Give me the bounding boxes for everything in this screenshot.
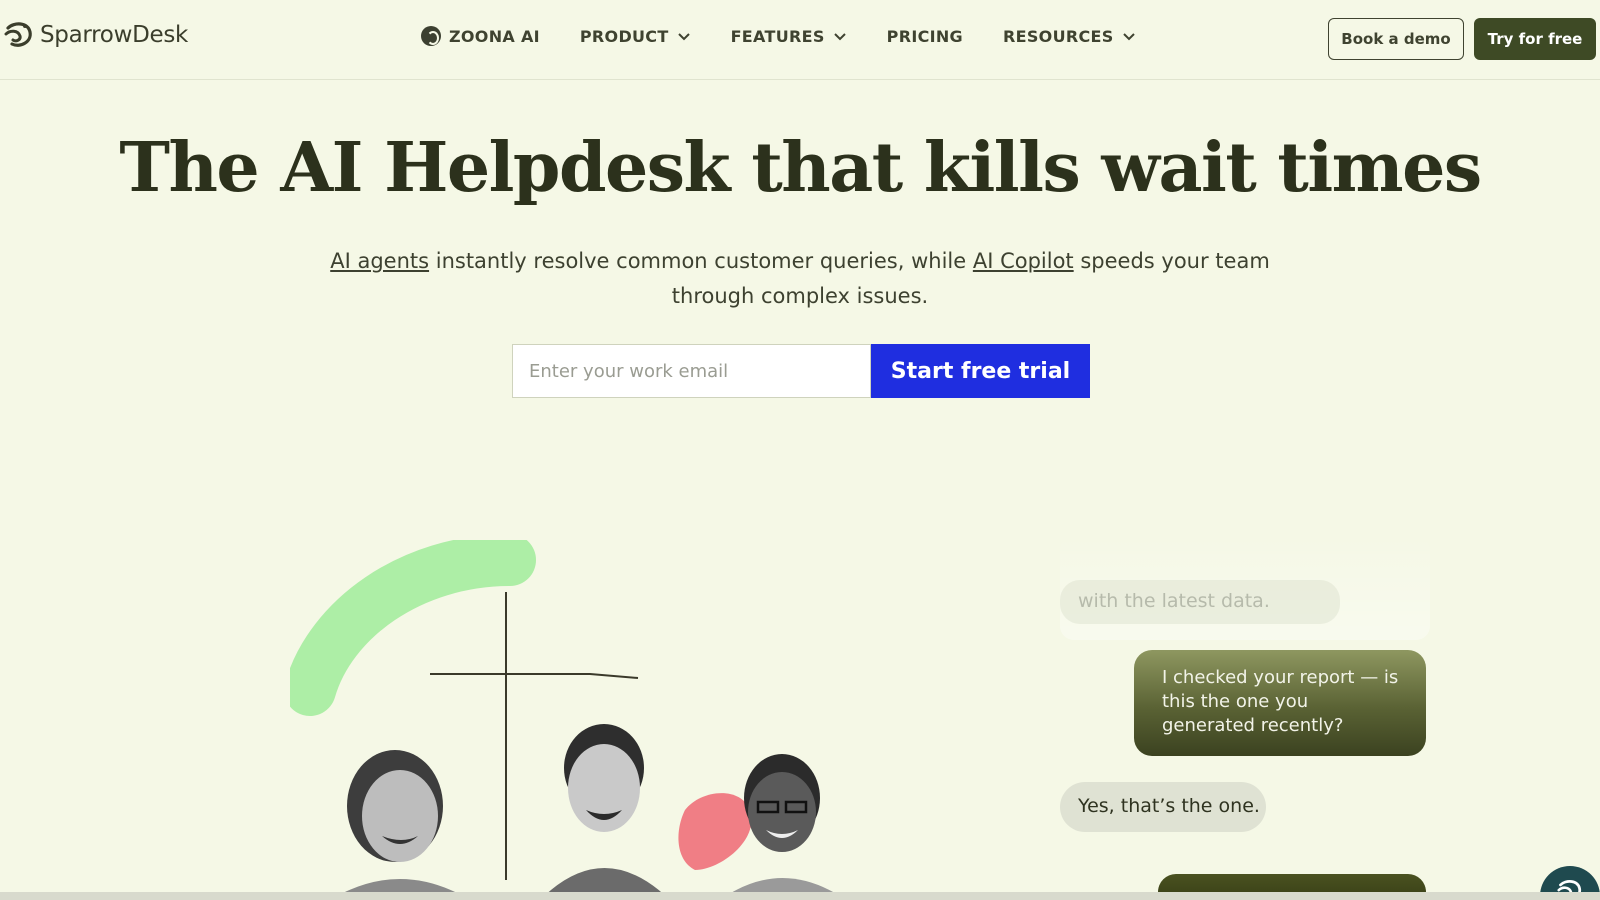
chat-message-user: Yes, that’s the one. <box>1060 782 1266 832</box>
chat-message-faded: with the latest data. <box>1060 580 1340 624</box>
person-photo-man-center <box>540 724 670 900</box>
nav-item-label: PRODUCT <box>579 26 669 46</box>
book-demo-button[interactable]: Book a demo <box>1328 18 1464 60</box>
ai-agents-link[interactable]: AI agents <box>330 249 429 273</box>
nav-item-pricing[interactable]: PRICING <box>887 27 963 46</box>
brand-name: SparrowDesk <box>40 22 189 48</box>
hero-subtitle: AI agents instantly resolve common custo… <box>300 244 1300 314</box>
brand-logo[interactable]: SparrowDesk <box>4 20 188 50</box>
red-brush-stroke <box>678 793 752 870</box>
nav-item-zoona-ai[interactable]: ZOONA AI <box>421 26 540 46</box>
sparrowdesk-logo-icon <box>4 22 32 47</box>
chevron-down-icon <box>677 33 690 41</box>
nav-links: ZOONA AI PRODUCT FEATURES PRICING RESOUR… <box>421 26 1176 46</box>
top-navigation: SparrowDesk ZOONA AI PRODUCT FEATURES PR… <box>0 0 1600 80</box>
hero-subtitle-text: instantly resolve common customer querie… <box>429 249 973 273</box>
sketch-line <box>430 673 639 679</box>
nav-item-features[interactable]: FEATURES <box>731 27 847 46</box>
work-email-input[interactable] <box>512 344 871 398</box>
hero-title: The AI Helpdesk that kills wait times <box>119 128 1482 208</box>
zoona-ai-icon <box>421 26 441 46</box>
person-photo-woman <box>330 750 470 900</box>
hero-illustration <box>290 540 846 900</box>
nav-item-product[interactable]: PRODUCT <box>580 27 691 46</box>
nav-item-label: ZOONA AI <box>449 26 540 46</box>
chevron-down-icon <box>833 33 846 41</box>
nav-item-label: RESOURCES <box>1003 26 1114 46</box>
try-for-free-button[interactable]: Try for free <box>1474 18 1596 60</box>
nav-item-label: PRICING <box>886 26 963 46</box>
green-brush-stroke <box>290 540 536 716</box>
ai-copilot-link[interactable]: AI Copilot <box>973 249 1074 273</box>
nav-item-label: FEATURES <box>730 26 825 46</box>
start-free-trial-button[interactable]: Start free trial <box>871 344 1090 398</box>
chevron-down-icon <box>1122 33 1135 41</box>
horizontal-scrollbar[interactable] <box>0 892 1600 900</box>
signup-form: Start free trial <box>512 344 1090 398</box>
nav-item-resources[interactable]: RESOURCES <box>1003 27 1136 46</box>
chat-message-agent: I checked your report — is this the one … <box>1134 650 1426 756</box>
